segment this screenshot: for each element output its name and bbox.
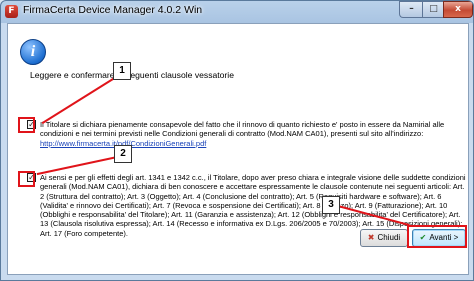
close-button-label: Chiudi [377, 233, 401, 242]
clauses-heading: Leggere e confermare le seguenti clausol… [30, 70, 234, 80]
highlight-box-checkbox-2 [18, 171, 35, 187]
maximize-button[interactable]: □ [422, 1, 444, 18]
close-button[interactable]: ✖ Chiudi [360, 229, 408, 247]
info-icon: i [20, 39, 46, 65]
app-logo-icon: F [5, 5, 18, 18]
clause-1-body: Il Titolare si dichiara pienamente consa… [40, 120, 445, 139]
callout-1: 1 [113, 62, 131, 80]
device-manager-window: F FirmaCerta Device Manager 4.0.2 Win – … [0, 0, 474, 281]
callout-2: 2 [114, 145, 132, 163]
callout-3: 3 [322, 196, 340, 214]
minimize-button[interactable]: – [399, 1, 423, 18]
highlight-box-checkbox-1 [18, 117, 35, 133]
dialog-content: i Leggere e confermare le seguenti claus… [7, 23, 469, 275]
clause-1-text: Il Titolare si dichiara pienamente consa… [40, 120, 466, 148]
x-icon: ✖ [367, 233, 375, 242]
close-window-button[interactable]: x [443, 1, 473, 18]
highlight-box-next-button [407, 225, 467, 248]
window-title: FirmaCerta Device Manager 4.0.2 Win [23, 4, 203, 16]
window-bottom-frame [1, 275, 473, 280]
title-bar[interactable]: F FirmaCerta Device Manager 4.0.2 Win – … [1, 1, 473, 23]
